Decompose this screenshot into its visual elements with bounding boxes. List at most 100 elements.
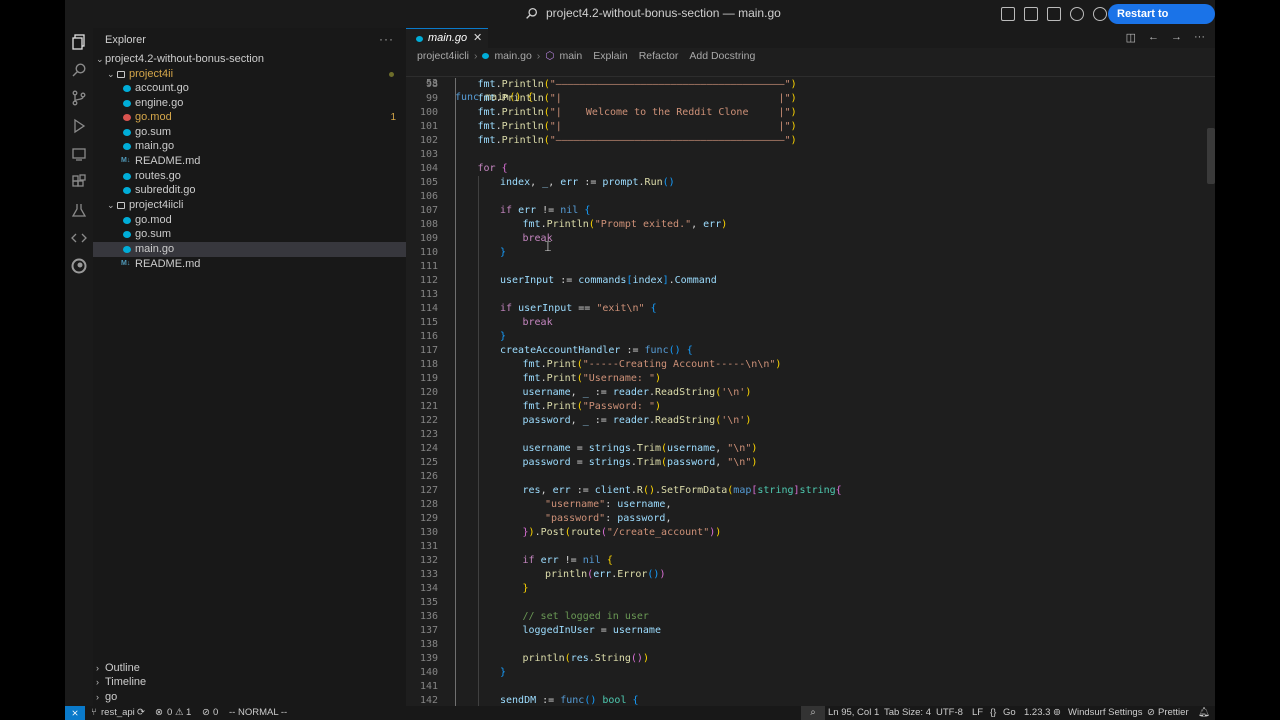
code-line[interactable]: 126	[406, 470, 1215, 484]
toggle-panel-icon[interactable]	[1024, 7, 1038, 21]
cursor-position[interactable]: Ln 95, Col 1	[828, 706, 879, 720]
file-item-selected[interactable]: main.go	[93, 242, 406, 257]
go-version[interactable]: 1.23.3	[1024, 706, 1050, 720]
remote-indicator-icon[interactable]: ⨯	[65, 706, 85, 720]
remote-explorer-icon[interactable]	[71, 146, 87, 162]
close-icon[interactable]: ✕	[473, 31, 482, 44]
code-line[interactable]: 124 username = strings.Trim(username, "\n…	[406, 442, 1215, 456]
code-line[interactable]: 132 if err != nil {	[406, 554, 1215, 568]
go-forward-icon[interactable]: →	[1171, 31, 1182, 44]
warning-count[interactable]: 1	[186, 706, 191, 720]
restart-to-update-button[interactable]: Restart to Update →	[1108, 4, 1215, 40]
file-item[interactable]: go.sum	[93, 227, 406, 242]
source-control-icon[interactable]	[71, 90, 87, 106]
code-line[interactable]: 135	[406, 596, 1215, 610]
testing-icon[interactable]	[71, 202, 87, 218]
code-line[interactable]: 108 fmt.Println("Prompt exited.", err)	[406, 218, 1215, 232]
code-tags-icon[interactable]	[71, 230, 87, 246]
language-mode[interactable]: Go	[1003, 706, 1016, 720]
code-line[interactable]: 131	[406, 540, 1215, 554]
explorer-icon[interactable]	[71, 34, 87, 50]
go-back-icon[interactable]: ←	[1148, 31, 1159, 44]
code-line[interactable]: 133 println(err.Error())	[406, 568, 1215, 582]
sync-icon[interactable]: ⟳	[137, 706, 145, 720]
workspace-root[interactable]: ⌄ project4.2-without-bonus-section	[93, 52, 406, 67]
split-editor-icon[interactable]: ◫	[1126, 31, 1136, 44]
code-line[interactable]: 139 println(res.String())	[406, 652, 1215, 666]
code-line[interactable]: 129 "password": password,	[406, 512, 1215, 526]
line-ending[interactable]: LF	[972, 706, 983, 720]
code-line[interactable]: 136 // set logged in user	[406, 610, 1215, 624]
file-item[interactable]: M↓ README.md	[93, 154, 406, 169]
code-line[interactable]: 99 fmt.Println("| |")	[406, 92, 1215, 106]
branch-name[interactable]: rest_api	[101, 706, 135, 720]
tab-size[interactable]: Tab Size: 4	[884, 706, 931, 720]
code-line[interactable]: 137 loggedInUser = username	[406, 624, 1215, 638]
code-line[interactable]: 114 if userInput == "exit\n" {	[406, 302, 1215, 316]
code-line[interactable]: 125 password = strings.Trim(password, "\n…	[406, 456, 1215, 470]
copilot-icon[interactable]	[1070, 7, 1084, 21]
vertical-scrollbar[interactable]	[1207, 128, 1215, 184]
file-item[interactable]: subreddit.go	[93, 183, 406, 198]
code-line[interactable]: 109 break	[406, 232, 1215, 246]
code-line[interactable]: 118 fmt.Print("-----Creating Account-----…	[406, 358, 1215, 372]
code-line[interactable]: 128 "username": username,	[406, 498, 1215, 512]
error-count[interactable]: 0	[167, 706, 172, 720]
code-line[interactable]: 138	[406, 638, 1215, 652]
code-line[interactable]: 112 userInput := commands[index].Command	[406, 274, 1215, 288]
file-item[interactable]: account.go	[93, 81, 406, 96]
more-actions-icon[interactable]: ···	[1194, 31, 1205, 44]
customize-layout-icon[interactable]	[1047, 7, 1061, 21]
breadcrumb-file[interactable]: main.go	[494, 50, 531, 62]
code-line[interactable]: 122 password, _ := reader.ReadString('\n'…	[406, 414, 1215, 428]
code-line[interactable]: 117 createAccountHandler := func() {	[406, 344, 1215, 358]
code-line[interactable]: 105 index, _, err := prompt.Run()	[406, 176, 1215, 190]
code-line[interactable]: 110}	[406, 246, 1215, 260]
encoding[interactable]: UTF-8	[936, 706, 963, 720]
code-line[interactable]: 103	[406, 148, 1215, 162]
prettier-status[interactable]: Prettier	[1158, 706, 1189, 720]
file-item[interactable]: go.mod 1	[93, 110, 406, 125]
code-line[interactable]: 98 fmt.Println("—————————————————————————…	[406, 78, 1215, 92]
code-line[interactable]: 111	[406, 260, 1215, 274]
tab-main-go[interactable]: main.go ✕	[406, 28, 488, 48]
breadcrumb-folder[interactable]: project4iicli	[417, 50, 469, 62]
file-item[interactable]: M↓ README.md	[93, 257, 406, 272]
code-line[interactable]: 106	[406, 190, 1215, 204]
go-section[interactable]: › go	[93, 690, 406, 705]
code-line[interactable]: 140}	[406, 666, 1215, 680]
accounts-icon[interactable]	[1093, 7, 1107, 21]
code-line[interactable]: 115 break	[406, 316, 1215, 330]
code-line[interactable]: 100 fmt.Println("| Welcome to the Reddit …	[406, 106, 1215, 120]
code-line[interactable]: 116}	[406, 330, 1215, 344]
code-line[interactable]: 101 fmt.Println("| |")	[406, 120, 1215, 134]
refactor-codelens[interactable]: Refactor	[639, 50, 679, 62]
extensions-icon[interactable]	[71, 174, 87, 190]
toggle-sidebar-icon[interactable]	[1001, 7, 1015, 21]
timeline-section[interactable]: › Timeline	[93, 675, 406, 690]
more-actions-icon[interactable]: ···	[379, 32, 394, 46]
code-editor[interactable]: 98 fmt.Println("—————————————————————————…	[406, 78, 1215, 708]
folder-project4ii[interactable]: ⌄ project4ii	[93, 67, 406, 82]
file-item[interactable]: routes.go	[93, 169, 406, 184]
code-line[interactable]: 119 fmt.Print("Username: ")	[406, 372, 1215, 386]
file-item[interactable]: go.sum	[93, 125, 406, 140]
bell-icon[interactable]: 🔔︎	[1198, 706, 1210, 720]
code-line[interactable]: 107 if err != nil {	[406, 204, 1215, 218]
search-icon[interactable]	[71, 62, 87, 78]
command-center[interactable]: project4.2-without-bonus-section — main.…	[525, 6, 781, 20]
code-line[interactable]: 102 fmt.Println("————————————————————————…	[406, 134, 1215, 148]
add-docstring-codelens[interactable]: Add Docstring	[689, 50, 755, 62]
code-line[interactable]: 127 res, err := client.R().SetFormData(ma…	[406, 484, 1215, 498]
file-item[interactable]: main.go	[93, 139, 406, 154]
outline-section[interactable]: › Outline	[93, 661, 406, 676]
zoom-search-icon[interactable]: ⌕	[801, 706, 825, 720]
windsurf-settings[interactable]: Windsurf Settings	[1068, 706, 1142, 720]
code-line[interactable]: 121 fmt.Print("Password: ")	[406, 400, 1215, 414]
breadcrumb-symbol[interactable]: main	[559, 50, 582, 62]
code-line[interactable]: 120 username, _ := reader.ReadString('\n'…	[406, 386, 1215, 400]
code-line[interactable]: 113	[406, 288, 1215, 302]
folder-project4iicli[interactable]: ⌄ project4iicli	[93, 198, 406, 213]
ports-count[interactable]: 0	[213, 706, 218, 720]
sticky-scroll-header[interactable]: 53 func main() {	[406, 63, 1215, 103]
